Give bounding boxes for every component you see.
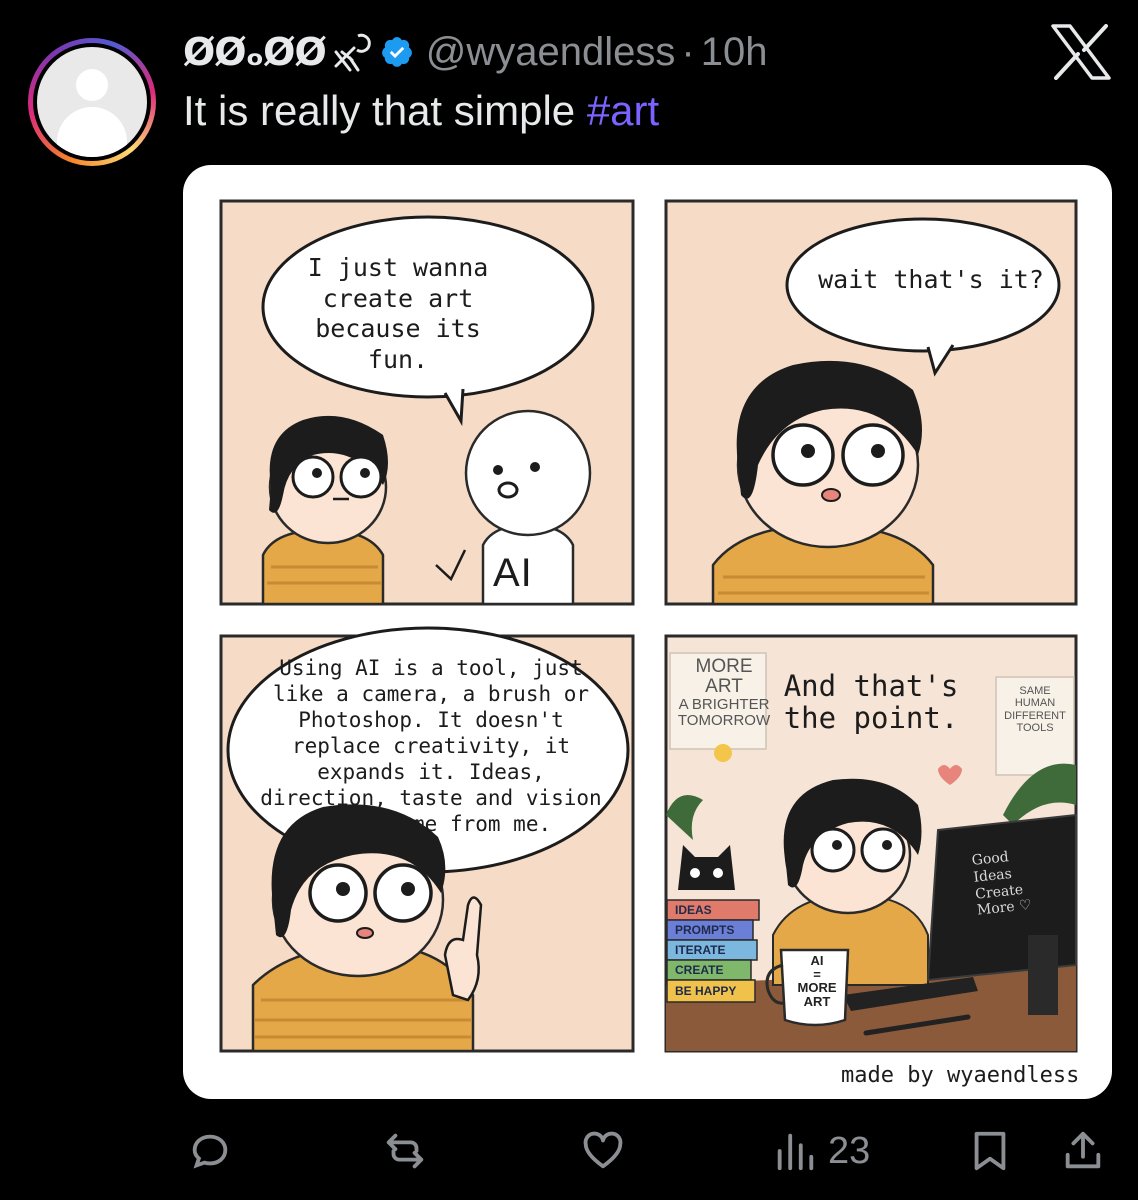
close-button[interactable] xyxy=(1050,24,1112,80)
author-row: ØØₒØØ @wyaendless · 10h xyxy=(183,26,767,78)
mug-line-1: AI xyxy=(810,953,824,968)
book-ideas: IDEAS xyxy=(675,903,712,917)
monitor-text: Good Ideas Create More ♡ xyxy=(971,847,1032,920)
book-iterate: ITERATE xyxy=(675,943,726,957)
post-text: It is really that simple #art xyxy=(183,87,659,135)
post-text-body: It is really that simple xyxy=(183,87,587,134)
share-button[interactable] xyxy=(1060,1125,1106,1177)
mug-line-2: = xyxy=(813,966,821,982)
girl-panel-1 xyxy=(261,415,388,606)
book-be-happy: BE HAPPY xyxy=(675,984,737,998)
views-chart-icon xyxy=(777,1133,814,1171)
share-icon xyxy=(1065,1131,1101,1169)
bookmark-icon xyxy=(974,1131,1006,1171)
poster-line-2: ART xyxy=(705,675,743,697)
panel-1-speech: I just wanna create art because its fun. xyxy=(307,253,489,374)
mug-line-3: MORE xyxy=(797,980,837,996)
verified-badge-icon xyxy=(381,37,412,67)
bookmark-button[interactable] xyxy=(967,1125,1013,1177)
panel-4-speech: And that's the point. xyxy=(783,669,959,736)
reply-icon xyxy=(192,1134,228,1169)
panel-2-speech: wait that's it? xyxy=(818,265,1044,294)
like-button[interactable] xyxy=(580,1125,626,1177)
book-create: CREATE xyxy=(675,963,724,977)
emoji-pin-icon xyxy=(334,33,371,72)
x-logo-icon xyxy=(1051,24,1111,80)
avatar-ring-gap xyxy=(33,43,151,161)
comic-credit: made by wyaendless xyxy=(841,1063,1080,1088)
timestamp[interactable]: 10h xyxy=(701,30,768,75)
avatar[interactable] xyxy=(28,38,156,166)
poster-same-human: SAME HUMAN DIFFERENT TOOLS xyxy=(1004,685,1066,734)
repost-icon xyxy=(386,1133,424,1169)
views-button[interactable]: 23 xyxy=(772,1125,870,1177)
panel-3-speech: Using AI is a tool, just like a camera, … xyxy=(251,655,611,837)
default-avatar-icon xyxy=(37,47,147,157)
mug-line-4: ART xyxy=(803,993,831,1009)
repost-button[interactable] xyxy=(382,1125,428,1177)
reply-button[interactable] xyxy=(187,1125,233,1177)
poster-line-4: TOMORROW xyxy=(677,711,771,729)
display-name[interactable]: ØØₒØØ xyxy=(183,30,327,74)
heart-icon xyxy=(583,1131,623,1169)
poster-line-1: MORE xyxy=(695,656,753,677)
book-prompts: PROMPTS xyxy=(675,923,735,937)
views-count: 23 xyxy=(828,1129,871,1172)
separator-dot: · xyxy=(681,29,695,74)
handle[interactable]: @wyaendless xyxy=(426,30,676,75)
poster-line-3: A BRIGHTER xyxy=(678,695,770,713)
post-image[interactable]: I just wanna create art because its fun.… xyxy=(183,165,1112,1099)
hashtag-link[interactable]: #art xyxy=(587,87,659,134)
mug-text: AI = MORE ART xyxy=(790,954,844,1009)
poster-more-art: MORE ART A BRIGHTER TOMORROW xyxy=(673,657,775,728)
ai-shirt-label: AI xyxy=(493,551,533,595)
